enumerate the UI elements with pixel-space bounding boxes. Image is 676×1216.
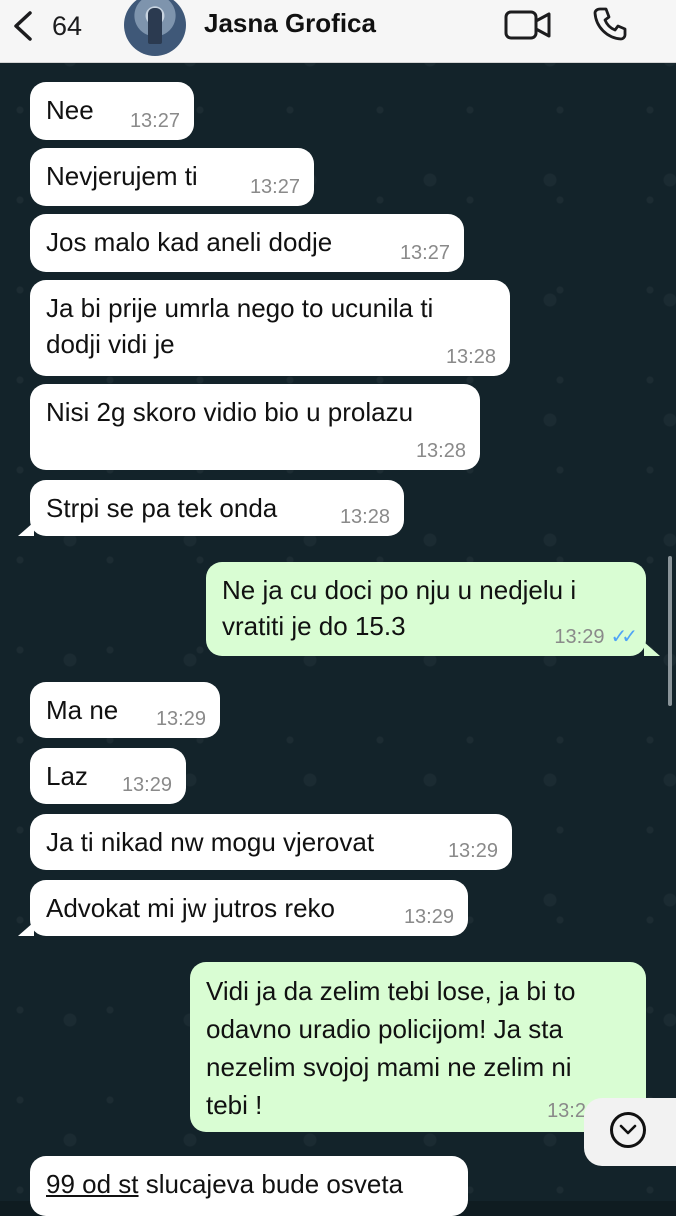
back-button[interactable]: 64	[10, 4, 82, 48]
message-bubble-incoming[interactable]: Nevjerujem ti 13:27	[30, 148, 314, 206]
message-time: 13:29	[447, 840, 498, 862]
message-text: Strpi se pa tek onda	[46, 493, 278, 523]
avatar[interactable]	[124, 0, 186, 56]
chevron-left-icon	[14, 11, 32, 41]
unread-count: 64	[52, 10, 83, 41]
message-bubble-incoming[interactable]: Nisi 2g skoro vidio bio u prolazu 13:28	[30, 384, 480, 470]
message-bubble-incoming[interactable]: 99 od st slucajeva bude osveta	[30, 1156, 468, 1216]
message-time: 13:29	[155, 708, 206, 730]
scroll-down-icon	[610, 1112, 646, 1148]
message-bubble-incoming[interactable]: Strpi se pa tek onda 13:28	[30, 480, 404, 536]
message-time: 13:28	[415, 440, 466, 462]
message-text: Laz	[46, 761, 88, 791]
double-check-icon: ✓✓	[610, 626, 637, 648]
message-bubble-outgoing[interactable]: Vidi ja da zelim tebi lose, ja bi to oda…	[190, 962, 646, 1132]
message-text: Advokat mi jw jutros reko	[46, 893, 335, 923]
message-bubble-incoming[interactable]: Jos malo kad aneli dodje 13:27	[30, 214, 464, 272]
message-bubble-outgoing[interactable]: Ne ja cu doci po nju u nedjelu i vratiti…	[206, 562, 646, 656]
message-bubble-incoming[interactable]: Advokat mi jw jutros reko 13:29	[30, 880, 468, 936]
message-text-line: dodji vidi je	[46, 329, 175, 359]
message-time: 13:27	[399, 242, 450, 264]
message-text: Ja ti nikad nw mogu vjerovat	[46, 827, 375, 857]
message-text: Jos malo kad aneli dodje	[46, 227, 333, 257]
message-text: Nisi 2g skoro vidio bio u prolazu	[46, 397, 414, 427]
message-text-underlined[interactable]: 99 od st	[46, 1169, 139, 1199]
message-time: 13:27	[129, 110, 180, 132]
message-text: Nee	[46, 95, 94, 125]
message-time: 13:29	[121, 774, 172, 796]
scroll-to-bottom-button[interactable]	[584, 1098, 676, 1166]
chat-header: 64 Jasna Grofica	[0, 0, 676, 63]
message-bubble-incoming[interactable]: Ja ti nikad nw mogu vjerovat 13:29	[30, 814, 512, 870]
message-text-line: Ja bi prije umrla nego to ucunila ti	[46, 293, 434, 323]
message-text-line: nezelim svojoj mami ne zelim ni	[206, 1052, 572, 1082]
message-bubble-incoming[interactable]: Laz 13:29	[30, 748, 186, 804]
message-text-line: odavno uradio policijom! Ja sta	[206, 1014, 563, 1044]
message-time: 13:29	[403, 906, 454, 928]
video-call-icon[interactable]	[504, 8, 552, 42]
message-time: 13:28	[445, 346, 496, 368]
message-time: 13:28	[339, 506, 390, 528]
message-time: 13:2	[547, 1100, 586, 1122]
message-text: Ma ne	[46, 695, 119, 725]
contact-name[interactable]: Jasna Grofica	[204, 8, 376, 39]
message-bubble-incoming[interactable]: Ja bi prije umrla nego to ucunila ti dod…	[30, 280, 510, 376]
message-text-line: Ne ja cu doci po nju u nedjelu i	[222, 575, 577, 605]
message-time-text: 13:29	[554, 626, 605, 648]
phone-icon[interactable]	[592, 6, 628, 42]
message-time: 13:29 ✓✓	[554, 626, 637, 648]
message-text-line: Vidi ja da zelim tebi lose, ja bi to	[206, 976, 576, 1006]
message-text: Nevjerujem ti	[46, 161, 198, 191]
message-text: slucajeva bude osveta	[138, 1169, 404, 1199]
message-bubble-incoming[interactable]: Ma ne 13:29	[30, 682, 220, 738]
scrollbar[interactable]	[668, 556, 672, 706]
message-time: 13:27	[249, 176, 300, 198]
message-bubble-incoming[interactable]: Nee 13:27	[30, 82, 194, 140]
